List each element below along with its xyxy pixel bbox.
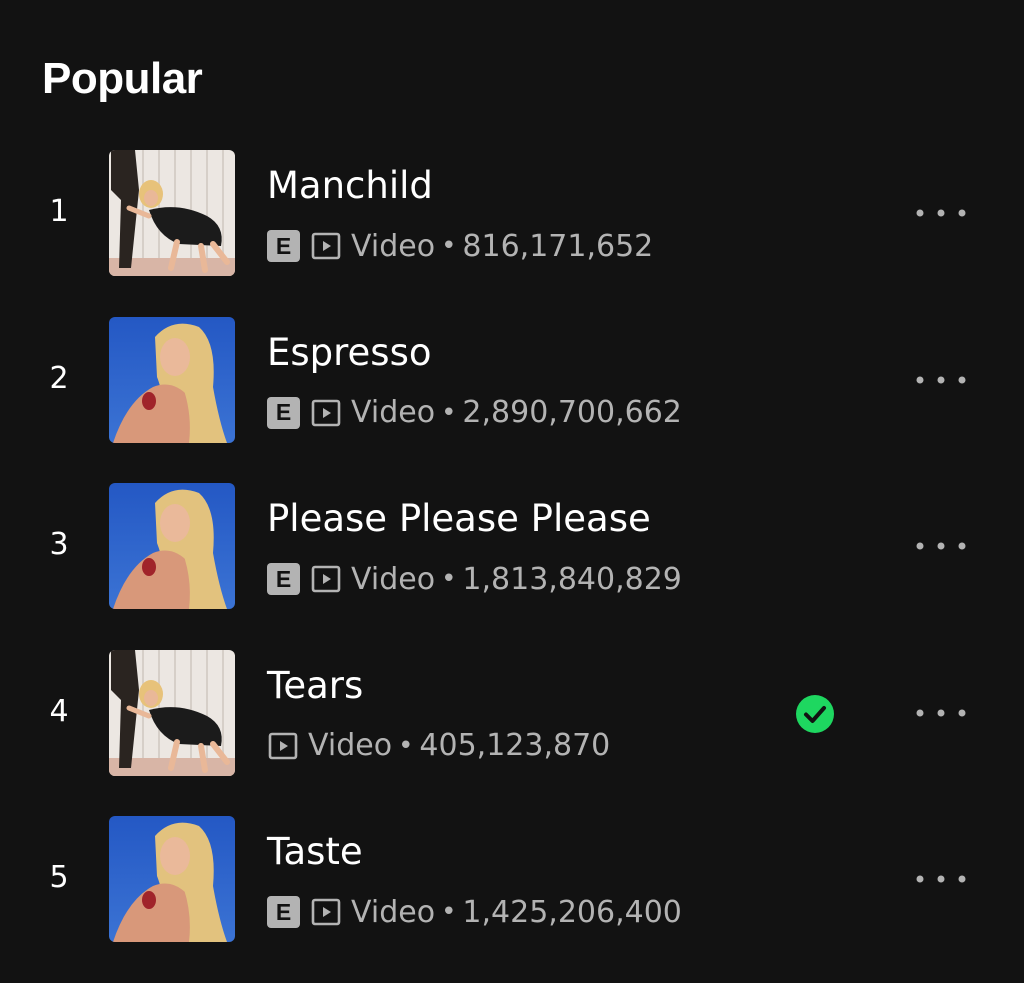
track-type: Video — [351, 395, 436, 430]
track-meta: Video • 405,123,870 — [267, 726, 610, 766]
separator-dot: • — [441, 564, 457, 594]
play-count: 405,123,870 — [419, 728, 611, 763]
video-icon — [310, 397, 342, 429]
more-options-button[interactable] — [908, 364, 974, 396]
section-title: Popular — [42, 54, 203, 103]
track-row[interactable]: 5 Taste E Video • 1,425,206,400 — [0, 816, 1024, 942]
video-icon — [310, 896, 342, 928]
track-row[interactable]: 3 Please Please Please E Video • 1,813,8… — [0, 483, 1024, 609]
video-icon — [267, 730, 299, 762]
more-options-icon — [916, 875, 966, 883]
more-options-icon — [916, 709, 966, 716]
separator-dot: • — [441, 397, 457, 428]
track-type: Video — [351, 228, 436, 264]
more-options-button[interactable] — [908, 530, 974, 562]
explicit-badge: E — [267, 563, 300, 595]
separator-dot: • — [441, 897, 457, 927]
play-count: 1,425,206,400 — [462, 894, 682, 930]
track-meta: E Video • 1,813,840,829 — [267, 559, 682, 599]
explicit-badge: E — [267, 396, 300, 429]
track-title[interactable]: Manchild — [267, 164, 433, 208]
album-cover — [109, 150, 235, 276]
track-meta: E Video • 2,890,700,662 — [267, 393, 682, 433]
track-title[interactable]: Espresso — [267, 331, 432, 375]
play-count: 2,890,700,662 — [462, 395, 682, 430]
album-cover — [109, 649, 235, 776]
track-rank: 2 — [49, 360, 69, 396]
track-title[interactable]: Tears — [267, 664, 363, 708]
explicit-badge: E — [267, 896, 300, 928]
downloaded-check-icon — [795, 694, 835, 734]
track-meta: E Video • 1,425,206,400 — [267, 892, 682, 932]
track-rank: 4 — [49, 693, 69, 729]
track-row[interactable]: 2 Espresso E Video • 2,890,700,662 — [0, 316, 1024, 443]
separator-dot: • — [441, 231, 457, 261]
track-row[interactable]: 4 Tears Video • 405,123,870 — [0, 649, 1024, 776]
track-title[interactable]: Please Please Please — [267, 497, 651, 541]
more-options-icon — [916, 209, 966, 217]
more-options-icon — [916, 542, 966, 550]
album-cover — [109, 816, 235, 942]
track-type: Video — [351, 561, 436, 597]
video-icon — [310, 563, 342, 595]
track-type: Video — [308, 728, 393, 763]
track-title[interactable]: Taste — [267, 830, 363, 874]
separator-dot: • — [398, 730, 414, 761]
popular-tracks-list: 1 Manchild E Video • 816,171,652 2 Espre… — [0, 150, 1024, 983]
track-rank: 1 — [49, 194, 69, 229]
video-icon — [310, 230, 342, 262]
track-row[interactable]: 1 Manchild E Video • 816,171,652 — [0, 150, 1024, 276]
more-options-button[interactable] — [908, 863, 974, 895]
play-count: 816,171,652 — [462, 228, 654, 264]
track-meta: E Video • 816,171,652 — [267, 226, 653, 266]
album-cover — [109, 483, 235, 609]
more-options-icon — [916, 376, 966, 383]
play-count: 1,813,840,829 — [462, 561, 682, 597]
explicit-badge: E — [267, 230, 300, 262]
track-rank: 5 — [49, 860, 69, 895]
more-options-button[interactable] — [908, 697, 974, 729]
track-type: Video — [351, 894, 436, 930]
album-cover — [109, 316, 235, 443]
more-options-button[interactable] — [908, 197, 974, 229]
track-rank: 3 — [49, 527, 69, 562]
